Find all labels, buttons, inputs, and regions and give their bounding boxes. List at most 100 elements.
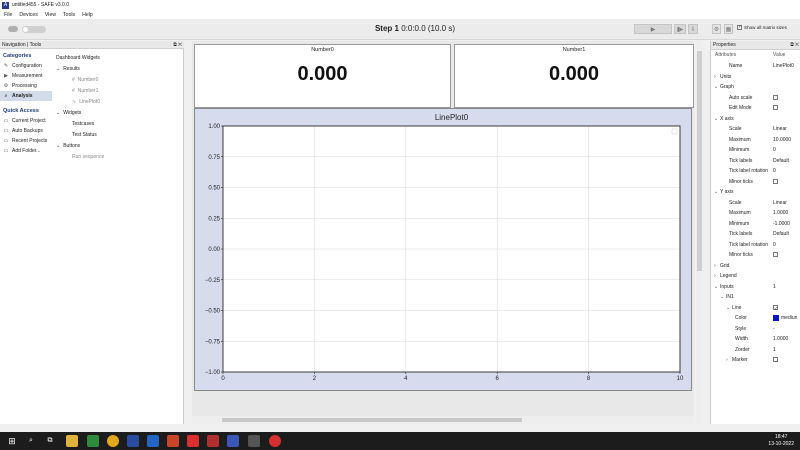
tree-results[interactable]: ⌄ Results [54,63,182,74]
chevron-right-icon[interactable]: › [714,261,716,272]
property-row[interactable]: ⌄ Line [711,303,800,314]
property-value[interactable]: Default [773,229,800,240]
menu-tools[interactable]: Tools [63,12,75,18]
tree-item-test-status[interactable]: Test Status [54,129,182,140]
chevron-right-icon[interactable]: › [726,355,728,366]
number-widget-1[interactable]: Number1 0.000 [454,44,694,108]
outlook-icon[interactable] [147,435,159,447]
property-row[interactable]: ⌄ IN1 [711,292,800,303]
run-button[interactable]: ▶ [634,24,672,34]
property-row[interactable]: ⌄ Y axis [711,187,800,198]
property-value[interactable]: -1.0000 [773,219,800,230]
scrollbar-thumb[interactable] [222,418,522,422]
property-row[interactable]: Tick labels Default [711,229,800,240]
property-row[interactable]: Scale Linear [711,198,800,209]
quick-access-recent-projects[interactable]: ▭ Recent Projects [0,136,52,146]
menu-file[interactable]: File [4,12,12,18]
property-value[interactable]: mediun [773,313,800,324]
cloud-icon[interactable] [8,26,18,32]
property-value[interactable]: Linear [773,198,800,209]
snipping-tool-icon[interactable] [269,435,281,447]
quick-access-add-folder[interactable]: ▭ Add Folder... [0,146,52,156]
category-processing[interactable]: ⚙ Processing [0,81,52,91]
chevron-down-icon[interactable]: ⌄ [714,82,718,93]
property-row[interactable]: Zorder 1 [711,345,800,356]
chevron-down-icon[interactable]: ⌄ [714,187,718,198]
tree-item-lineplot0[interactable]: ∿ LinePlot0 [54,96,182,107]
category-analysis[interactable]: ⌕ Analysis [0,91,52,101]
property-value[interactable] [773,303,800,313]
category-measurement[interactable]: ▶ Measurement [0,71,52,81]
step-button[interactable]: ▮▸ [674,24,686,34]
windows-start-icon[interactable]: ⊞ [6,435,18,447]
chevron-down-icon[interactable]: ⌄ [714,282,718,293]
chevron-down-icon[interactable]: ⌄ [56,143,60,149]
chevron-down-icon[interactable]: ⌄ [714,114,718,125]
chevron-down-icon[interactable]: ⌄ [56,110,60,116]
menu-view[interactable]: View [45,12,56,18]
category-configuration[interactable]: ✎ Configuration [0,61,52,71]
property-row[interactable]: › Grid [711,261,800,272]
panel-controls[interactable]: ⧉ ✕ [173,41,182,49]
property-value[interactable] [773,250,800,261]
tree-item-testcases[interactable]: Testcases [54,118,182,129]
acrobat-icon[interactable] [187,435,199,447]
property-row[interactable]: Scale Linear [711,124,800,135]
connection-toggle[interactable] [22,26,46,33]
property-row[interactable]: Minimum -1.0000 [711,219,800,230]
chevron-down-icon[interactable]: ⌄ [726,303,730,314]
task-view-icon[interactable]: ⧉ [44,435,56,447]
property-value[interactable] [773,355,800,366]
property-row[interactable]: Tick label rotation 0 [711,166,800,177]
quick-access-current-project[interactable]: ▭ Current Project [0,116,52,126]
property-value[interactable]: 0 [773,145,800,156]
stop-button[interactable]: ⇩ [688,24,698,34]
menu-devices[interactable]: Devices [19,12,37,18]
vertical-scrollbar[interactable] [696,41,703,424]
chevron-down-icon[interactable]: ⌄ [720,292,724,303]
property-row[interactable]: Style - [711,324,800,335]
chevron-right-icon[interactable]: › [714,72,716,83]
terminal-icon[interactable] [248,435,260,447]
matrix-button[interactable]: ▦ [724,24,733,34]
tree-item-number0[interactable]: # Number0 [54,74,182,85]
property-value[interactable]: 1.0000 [773,208,800,219]
property-row[interactable]: Tick labels Default [711,156,800,167]
property-row[interactable]: Minor ticks [711,250,800,261]
property-row[interactable]: › Marker [711,355,800,366]
property-row[interactable]: Maximum 10.0000 [711,135,800,146]
property-checkbox[interactable] [773,94,778,100]
chevron-right-icon[interactable]: › [714,271,716,282]
property-checkbox[interactable] [773,357,778,363]
property-row[interactable]: ⌄ X axis [711,114,800,125]
show-matrix-sizes[interactable]: Show all matrix sizes [737,24,787,30]
safe-app-icon[interactable] [227,435,239,447]
property-row[interactable]: Width 1.0000 [711,334,800,345]
property-value[interactable]: 1.0000 [773,334,800,345]
pdf-editor-icon[interactable] [207,435,219,447]
property-value[interactable]: 10.0000 [773,135,800,146]
property-value[interactable] [773,93,800,104]
property-value[interactable]: 1 [773,282,800,293]
property-row[interactable]: Minor ticks [711,177,800,188]
word-icon[interactable] [127,435,139,447]
property-row[interactable]: Auto scale [711,93,800,104]
excel-icon[interactable] [87,435,99,447]
property-value[interactable]: 0 [773,240,800,251]
property-row[interactable]: Tick label rotation 0 [711,240,800,251]
property-row[interactable]: ⌄ Graph [711,82,800,93]
property-checkbox[interactable] [773,105,778,111]
tree-widgets[interactable]: ⌄ Widgets [54,107,182,118]
show-matrix-sizes-checkbox[interactable] [737,24,742,30]
property-row[interactable]: Maximum 1.0000 [711,208,800,219]
scrollbar-thumb[interactable] [697,51,702,271]
tree-item-run-sequence[interactable]: Run sequence [54,151,182,162]
property-row[interactable]: ⌄ Inputs 1 [711,282,800,293]
panel-controls[interactable]: ⧉ ✕ [790,41,799,50]
chevron-down-icon[interactable]: ⌄ [56,66,60,72]
chrome-icon[interactable] [107,435,119,447]
horizontal-scrollbar[interactable] [192,416,694,424]
property-row[interactable]: Minimum 0 [711,145,800,156]
menu-help[interactable]: Help [82,12,93,18]
property-row[interactable]: › Units [711,72,800,83]
